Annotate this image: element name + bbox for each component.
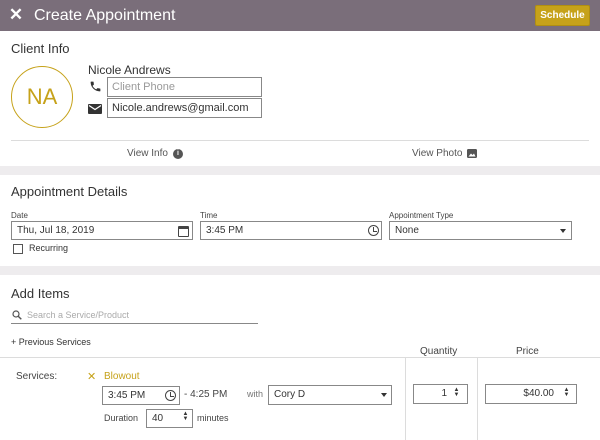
time-label: Time xyxy=(200,211,218,220)
services-label: Services: xyxy=(16,371,58,382)
appointment-details-heading: Appointment Details xyxy=(11,184,128,199)
search-icon xyxy=(12,310,22,320)
service-end-time: - 4:25 PM xyxy=(184,389,228,400)
section-separator xyxy=(0,166,600,175)
price-header: Price xyxy=(516,346,539,357)
avatar: NA xyxy=(11,66,73,128)
client-email-input[interactable] xyxy=(107,98,262,118)
previous-services-link[interactable]: + Previous Services xyxy=(11,337,91,347)
divider xyxy=(0,357,600,358)
phone-icon xyxy=(90,81,101,92)
date-label: Date xyxy=(11,211,28,220)
close-icon[interactable]: ✕ xyxy=(7,6,25,24)
divider xyxy=(11,140,589,141)
date-value: Thu, Jul 18, 2019 xyxy=(17,225,95,236)
stepper-arrows-icon[interactable]: ▲ ▼ xyxy=(563,387,570,398)
appointment-type-value: None xyxy=(395,225,419,236)
staff-value: Cory D xyxy=(274,389,306,400)
duration-label: Duration xyxy=(104,413,139,423)
column-divider xyxy=(477,357,478,440)
price-value: $40.00 xyxy=(523,388,554,399)
clock-icon[interactable] xyxy=(368,225,379,236)
section-separator xyxy=(0,266,600,275)
client-phone-input[interactable] xyxy=(107,77,262,97)
recurring-label: Recurring xyxy=(29,243,69,253)
time-field[interactable]: 3:45 PM xyxy=(200,221,382,240)
add-items-heading: Add Items xyxy=(11,286,70,301)
date-field[interactable]: Thu, Jul 18, 2019 xyxy=(11,221,193,240)
client-info-heading: Client Info xyxy=(11,41,70,56)
with-label: with xyxy=(247,389,264,399)
chevron-down-icon[interactable] xyxy=(560,229,566,233)
quantity-header: Quantity xyxy=(420,346,458,357)
schedule-button[interactable]: Schedule xyxy=(535,5,590,26)
stepper-arrows-icon[interactable]: ▲ ▼ xyxy=(182,411,189,422)
clock-icon[interactable] xyxy=(165,390,176,401)
minutes-label: minutes xyxy=(197,413,229,423)
column-divider xyxy=(405,357,406,440)
chevron-down-icon[interactable] xyxy=(381,393,387,397)
page-title: Create Appointment xyxy=(34,7,176,24)
search-underline xyxy=(11,323,258,324)
appointment-type-select[interactable]: None xyxy=(389,221,572,240)
staff-select[interactable]: Cory D xyxy=(268,385,392,405)
view-info-link[interactable]: View Info xyxy=(127,148,168,159)
appointment-type-label: Appointment Type xyxy=(389,211,454,220)
time-value: 3:45 PM xyxy=(206,225,244,236)
duration-value: 40 xyxy=(152,413,164,424)
search-input[interactable]: Search a Service/Product xyxy=(27,310,129,320)
service-start-time-value: 3:45 PM xyxy=(108,390,146,401)
calendar-icon[interactable] xyxy=(178,226,189,237)
info-icon[interactable]: i xyxy=(173,149,183,159)
client-name: Nicole Andrews xyxy=(88,63,171,77)
recurring-checkbox[interactable] xyxy=(13,244,23,254)
header-bar: ✕ Create Appointment Schedule xyxy=(0,0,600,31)
view-photo-link[interactable]: View Photo xyxy=(412,148,462,159)
quantity-value: 1 xyxy=(441,388,447,399)
email-icon xyxy=(88,104,102,114)
photo-icon[interactable] xyxy=(467,149,477,158)
service-name: Blowout xyxy=(104,371,140,382)
stepper-arrows-icon[interactable]: ▲ ▼ xyxy=(453,387,460,398)
remove-service-icon[interactable]: ✕ xyxy=(87,371,96,383)
